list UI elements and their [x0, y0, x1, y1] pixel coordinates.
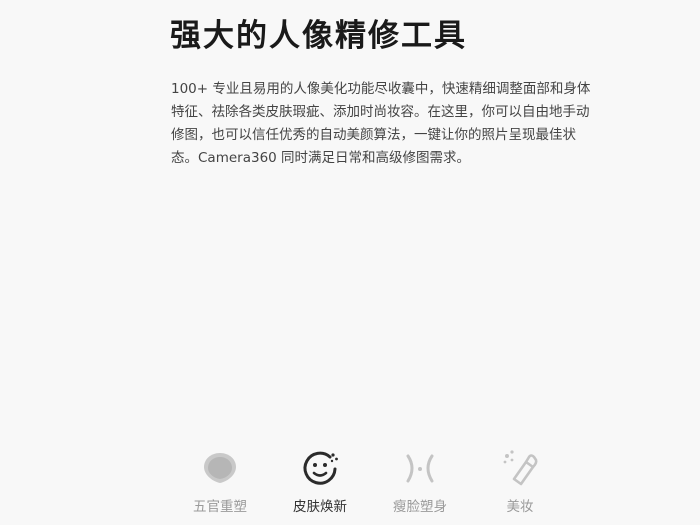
tab-label: 瘦脸塑身	[393, 499, 447, 515]
tab-slim-body[interactable]: 瘦脸塑身	[370, 444, 470, 520]
feature-tabs: 五官重塑 皮肤焕新 瘦脸塑身 美妆	[170, 444, 570, 520]
face-reshape-icon	[200, 448, 240, 488]
tab-skin-renew[interactable]: 皮肤焕新	[270, 444, 370, 520]
feature-section: 强大的人像精修工具 100+ 专业且易用的人像美化功能尽收囊中，快速精细调整面部…	[0, 0, 700, 525]
slim-face-icon	[400, 448, 440, 488]
tab-label: 皮肤焕新	[293, 499, 347, 515]
section-title: 强大的人像精修工具	[170, 18, 467, 54]
tab-label: 美妆	[506, 499, 534, 515]
section-description: 100+ 专业且易用的人像美化功能尽收囊中，快速精细调整面部和身体特征、祛除各类…	[171, 81, 591, 166]
skin-smile-icon	[300, 448, 340, 488]
tab-label: 五官重塑	[193, 499, 247, 515]
makeup-lipstick-icon	[500, 448, 540, 488]
tab-face-reshape[interactable]: 五官重塑	[170, 444, 270, 520]
tab-makeup[interactable]: 美妆	[470, 444, 570, 520]
